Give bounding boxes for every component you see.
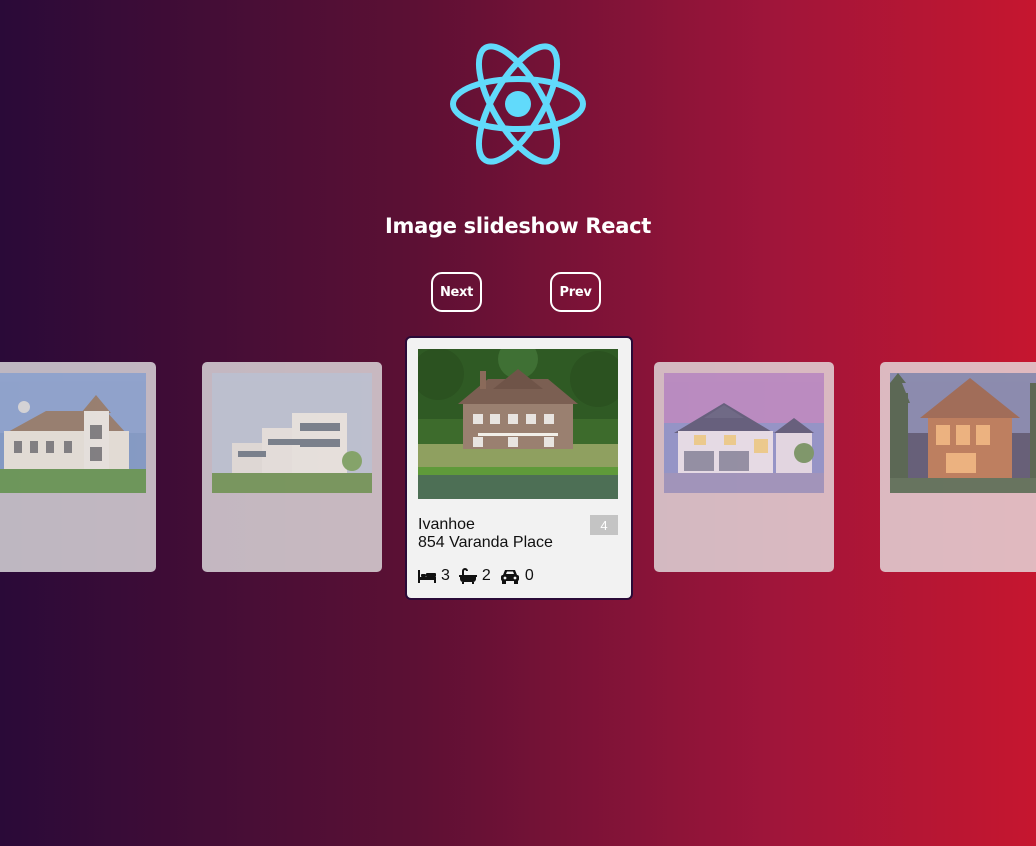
slide-card[interactable] (654, 362, 834, 572)
property-features: 3 2 0 (418, 567, 543, 585)
react-logo-icon (450, 43, 586, 165)
modern-white-building-photo (212, 373, 372, 493)
white-villa-photo (0, 373, 146, 493)
car-icon (500, 570, 519, 584)
wooden-modern-house-photo (890, 373, 1036, 493)
page-title: Image slideshow React (385, 214, 651, 238)
bathrooms-count: 2 (481, 567, 491, 584)
next-button[interactable]: Next (431, 272, 482, 312)
feature-parking: 0 (500, 567, 534, 585)
slide-card[interactable] (0, 362, 156, 572)
property-name: Ivanhoe (418, 516, 475, 533)
slide-card[interactable] (880, 362, 1036, 572)
prev-button[interactable]: Prev (550, 272, 601, 312)
bathtub-icon (458, 568, 477, 584)
slide-card[interactable] (202, 362, 382, 572)
property-address: 854 Varanda Place (418, 534, 553, 551)
parking-count: 0 (524, 567, 534, 584)
slide-index-badge: 4 (590, 515, 618, 535)
slide-card-active[interactable]: Ivanhoe 854 Varanda Place 4 3 2 0 (405, 336, 633, 600)
bedrooms-count: 3 (441, 567, 450, 584)
brown-house-by-pond-photo (418, 349, 618, 499)
bed-icon (418, 570, 436, 583)
suburban-house-dusk-photo (664, 373, 824, 493)
feature-bathrooms: 2 (458, 567, 491, 585)
feature-bedrooms: 3 (418, 567, 450, 585)
